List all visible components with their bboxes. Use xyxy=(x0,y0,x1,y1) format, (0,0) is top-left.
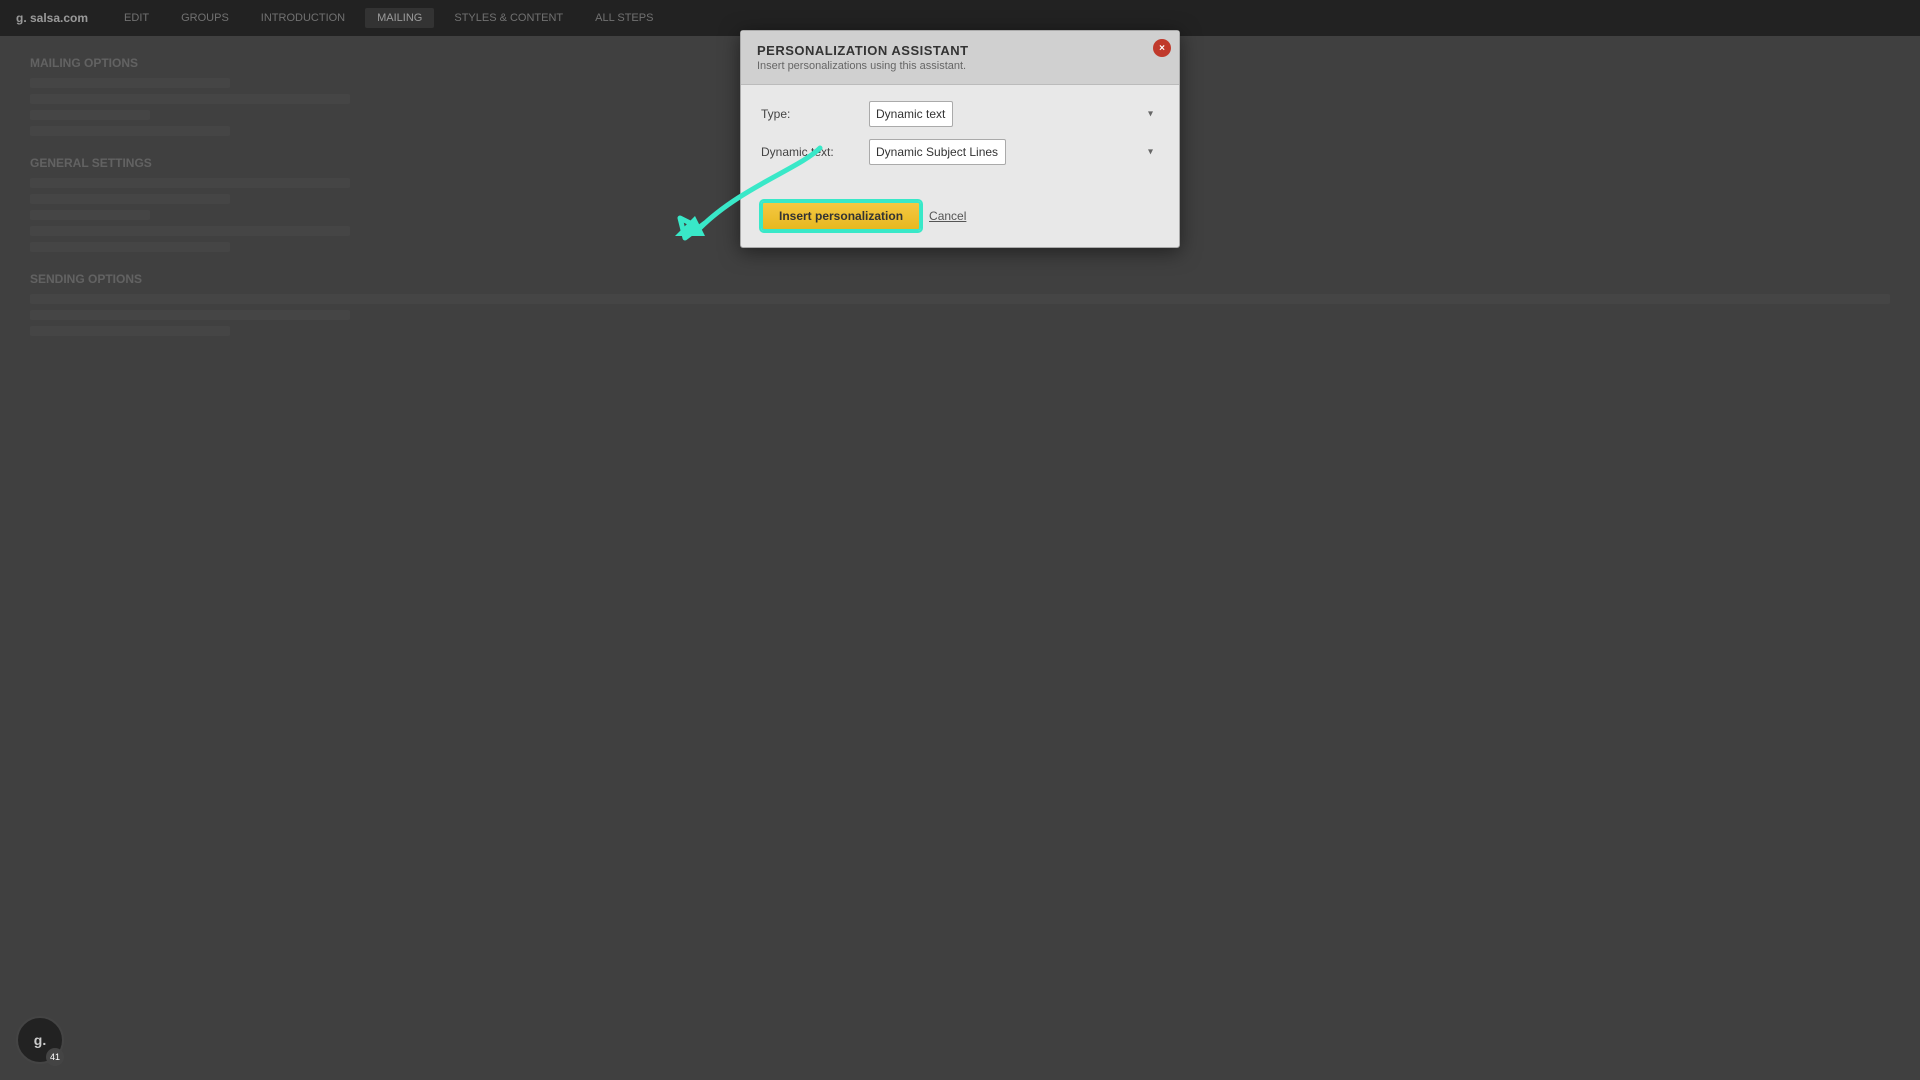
type-select[interactable]: Dynamic text Static text Custom xyxy=(869,101,953,127)
modal-footer: Insert personalization Cancel xyxy=(741,193,1179,247)
modal-header: PERSONALIZATION ASSISTANT Insert persona… xyxy=(741,31,1179,85)
modal-body: Type: Dynamic text Static text Custom Dy… xyxy=(741,85,1179,193)
type-field-row: Type: Dynamic text Static text Custom xyxy=(761,101,1159,127)
modal-overlay: PERSONALIZATION ASSISTANT Insert persona… xyxy=(0,0,1920,1080)
personalization-assistant-modal: PERSONALIZATION ASSISTANT Insert persona… xyxy=(740,30,1180,248)
modal-title: PERSONALIZATION ASSISTANT xyxy=(757,43,1163,58)
dynamic-text-select-wrapper: Dynamic Subject Lines First Name Last Na… xyxy=(869,139,1159,165)
modal-subtitle: Insert personalizations using this assis… xyxy=(757,60,1163,72)
insert-personalization-button[interactable]: Insert personalization xyxy=(761,201,921,231)
type-select-wrapper: Dynamic text Static text Custom xyxy=(869,101,1159,127)
notification-badge[interactable]: 41 xyxy=(46,1048,64,1066)
avatar-label: g. xyxy=(34,1032,46,1048)
dynamic-text-label: Dynamic text: xyxy=(761,145,861,159)
dynamic-text-field-row: Dynamic text: Dynamic Subject Lines Firs… xyxy=(761,139,1159,165)
modal-close-button[interactable]: × xyxy=(1153,39,1171,57)
notification-count: 41 xyxy=(50,1052,60,1062)
type-label: Type: xyxy=(761,107,861,121)
cancel-button[interactable]: Cancel xyxy=(929,209,966,223)
dynamic-text-select[interactable]: Dynamic Subject Lines First Name Last Na… xyxy=(869,139,1006,165)
